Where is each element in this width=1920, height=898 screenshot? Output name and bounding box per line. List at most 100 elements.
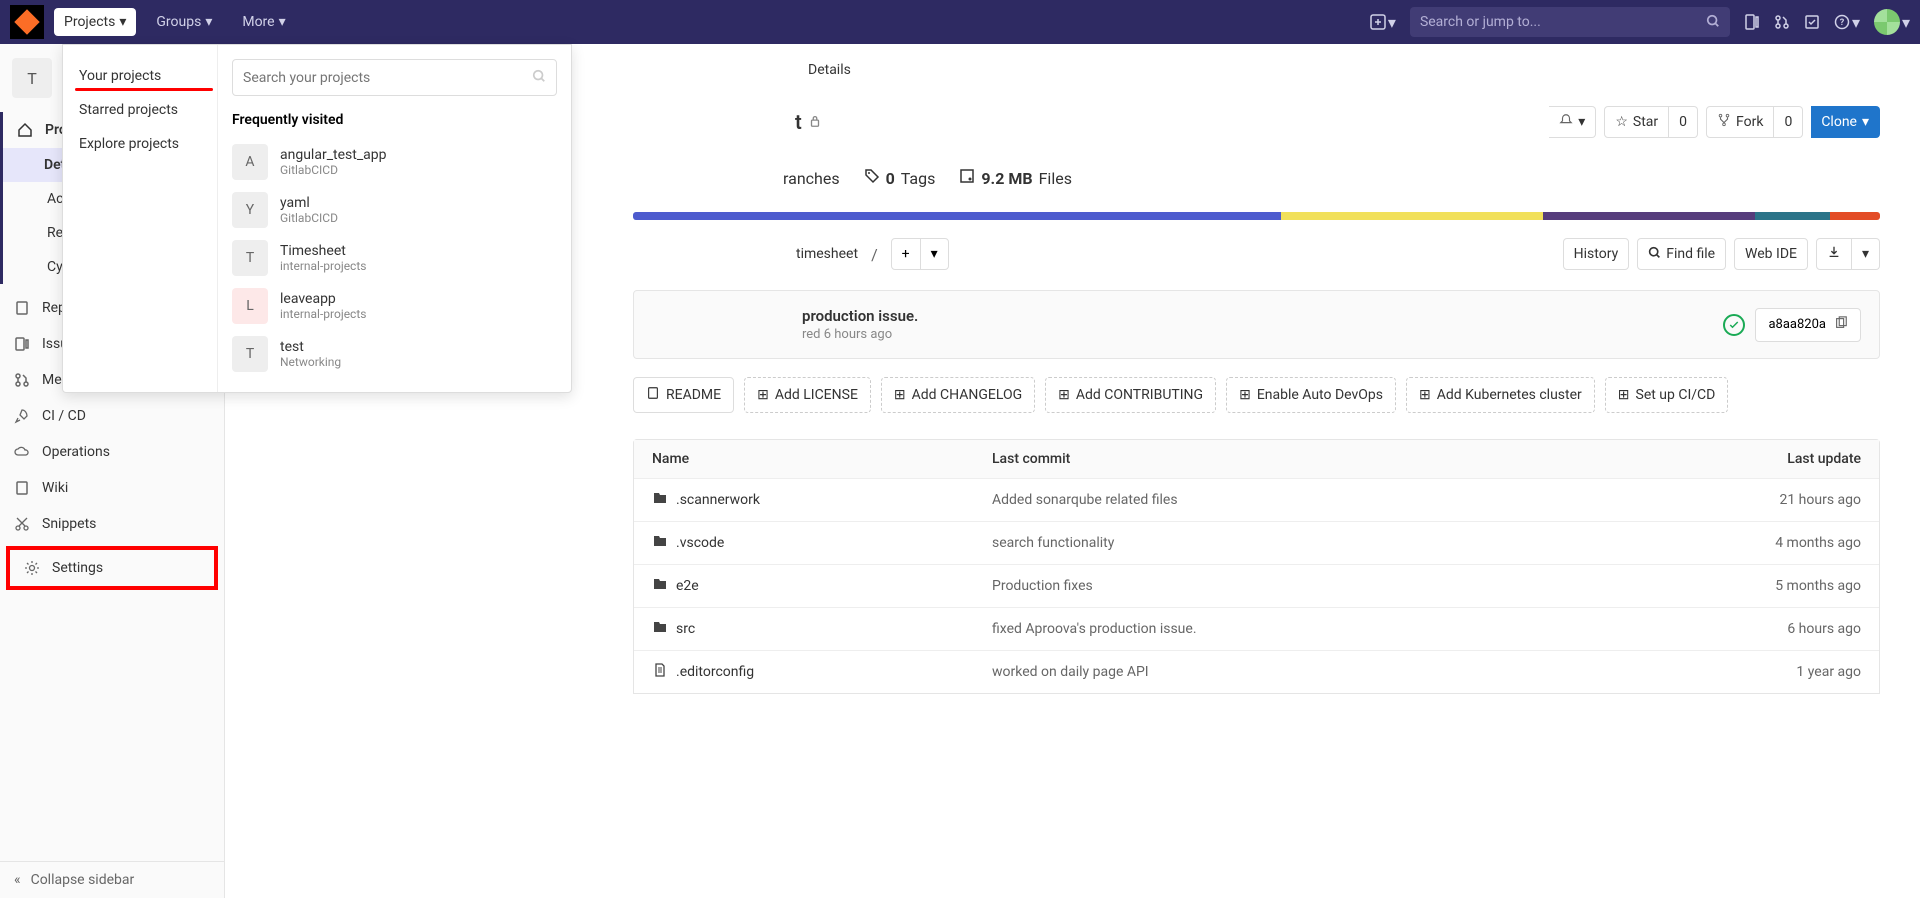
nav-more-label: More	[242, 14, 274, 30]
sidebar-operations[interactable]: Operations	[0, 434, 224, 470]
plus-icon: ⊞	[1618, 387, 1630, 403]
add-k8s-button[interactable]: ⊞Add Kubernetes cluster	[1406, 377, 1595, 413]
search-icon	[1706, 13, 1720, 32]
fork-button[interactable]: Fork	[1706, 106, 1774, 138]
commit-sha[interactable]: a8aa820a	[1755, 308, 1861, 342]
plus-icon: ⊞	[1239, 387, 1251, 403]
stat-size[interactable]: 9.2 MB Files	[959, 168, 1072, 188]
nav-groups[interactable]: Groups ▾	[146, 8, 222, 36]
nav-groups-label: Groups	[156, 14, 201, 30]
enable-autodevops-button[interactable]: ⊞Enable Auto DevOps	[1226, 377, 1396, 413]
merge-requests-icon[interactable]	[1774, 14, 1790, 30]
branch-selector[interactable]: timesheet	[796, 246, 858, 262]
file-date: 6 hours ago	[1661, 621, 1861, 637]
user-avatar[interactable]: ▾	[1874, 9, 1910, 35]
project-avatar: A	[232, 144, 268, 180]
project-avatar: T	[12, 58, 52, 98]
home-icon	[17, 122, 33, 138]
dropdown-left-nav: Your projects Starred projects Explore p…	[63, 45, 218, 392]
project-avatar: L	[232, 288, 268, 324]
search-box[interactable]	[1410, 7, 1730, 37]
add-license-button[interactable]: ⊞Add LICENSE	[744, 377, 871, 413]
setup-cicd-button[interactable]: ⊞Set up CI/CD	[1605, 377, 1729, 413]
plus-icon: ⊞	[894, 387, 906, 403]
file-name: e2e	[676, 578, 699, 594]
table-row[interactable]: .vscode search functionality 4 months ag…	[634, 521, 1879, 564]
star-button[interactable]: ☆ Star	[1604, 106, 1669, 138]
your-projects-link[interactable]: Your projects	[63, 59, 217, 93]
col-commit: Last commit	[992, 451, 1661, 467]
table-row[interactable]: .scannerwork Added sonarqube related fil…	[634, 478, 1879, 521]
disk-icon	[959, 168, 975, 188]
search-input[interactable]	[1420, 14, 1706, 30]
copy-icon[interactable]	[1834, 316, 1848, 334]
table-row[interactable]: e2e Production fixes 5 months ago	[634, 564, 1879, 607]
dropdown-project-item[interactable]: Y yamlGitlabCICD	[232, 186, 557, 234]
readme-button[interactable]: README	[633, 377, 734, 413]
download-button[interactable]	[1816, 238, 1852, 270]
last-commit-box: production issue. red 6 hours ago a8aa82…	[633, 290, 1880, 359]
language-bar	[633, 212, 1880, 220]
explore-projects-link[interactable]: Explore projects	[63, 127, 217, 161]
dropdown-project-item[interactable]: T testNetworking	[232, 330, 557, 378]
sidebar-snippets[interactable]: Snippets	[0, 506, 224, 542]
nav-more[interactable]: More ▾	[232, 8, 295, 36]
sidebar-settings[interactable]: Settings	[6, 546, 218, 590]
add-changelog-button[interactable]: ⊞Add CHANGELOG	[881, 377, 1035, 413]
issues-icon[interactable]	[1744, 14, 1760, 30]
path-separator: /	[871, 245, 878, 264]
dropdown-search-input[interactable]	[243, 70, 532, 86]
sidebar-cicd[interactable]: CI / CD	[0, 398, 224, 434]
clone-button[interactable]: Clone ▾	[1811, 106, 1880, 138]
file-icon	[652, 662, 668, 682]
dropdown-project-item[interactable]: L leaveappinternal-projects	[232, 282, 557, 330]
todos-icon[interactable]	[1804, 14, 1820, 30]
commit-meta: red 6 hours ago	[802, 327, 918, 342]
nav-projects[interactable]: Projects ▾	[54, 8, 136, 36]
chevron-down-icon: ▾	[119, 14, 126, 30]
help-icon[interactable]: ? ▾	[1834, 13, 1860, 32]
dropdown-search[interactable]	[232, 59, 557, 96]
commit-title[interactable]: production issue.	[802, 307, 918, 325]
breadcrumb-details[interactable]: Details	[808, 44, 1920, 96]
table-row[interactable]: src fixed Aproova's production issue. 6 …	[634, 607, 1879, 650]
sidebar-wiki[interactable]: Wiki	[0, 470, 224, 506]
pipeline-success-icon[interactable]	[1723, 314, 1745, 336]
collapse-sidebar[interactable]: « Collapse sidebar	[0, 861, 224, 898]
book-icon	[14, 480, 30, 496]
logo[interactable]	[10, 5, 44, 39]
gear-icon	[24, 560, 40, 576]
dropdown-project-item[interactable]: A angular_test_appGitlabCICD	[232, 138, 557, 186]
collapse-label: Collapse sidebar	[31, 872, 135, 888]
plus-dropdown[interactable]: ▾	[1370, 13, 1396, 32]
starred-projects-link[interactable]: Starred projects	[63, 93, 217, 127]
history-button[interactable]: History	[1563, 238, 1630, 270]
file-tree-table: Name Last commit Last update .scannerwor…	[633, 439, 1880, 694]
stat-tags[interactable]: 0 Tags	[864, 168, 936, 188]
project-avatar: Y	[232, 192, 268, 228]
find-file-button[interactable]: Find file	[1637, 238, 1726, 270]
svg-text:?: ?	[1840, 18, 1845, 28]
download-dropdown[interactable]: ▾	[1852, 238, 1880, 270]
folder-icon	[652, 576, 668, 596]
project-group: GitlabCICD	[280, 163, 386, 177]
dropdown-project-item[interactable]: T Timesheetinternal-projects	[232, 234, 557, 282]
star-icon: ☆	[1615, 114, 1628, 130]
cloud-icon	[14, 444, 30, 460]
doc-icon	[646, 386, 660, 404]
project-group: GitlabCICD	[280, 211, 338, 225]
add-file-dropdown[interactable]: ▾	[920, 239, 948, 269]
sha-text: a8aa820a	[1768, 317, 1826, 332]
stat-branches[interactable]: ranches	[783, 169, 840, 188]
table-row[interactable]: .editorconfig worked on daily page API 1…	[634, 650, 1879, 693]
add-contributing-button[interactable]: ⊞Add CONTRIBUTING	[1045, 377, 1216, 413]
plus-icon: ⊞	[1419, 387, 1431, 403]
project-name: Timesheet	[280, 243, 366, 259]
fork-count: 0	[1774, 106, 1803, 138]
webide-button[interactable]: Web IDE	[1734, 238, 1808, 270]
scissors-icon	[14, 516, 30, 532]
notification-dropdown[interactable]: ▾	[1549, 106, 1596, 138]
file-commit-msg: Production fixes	[992, 578, 1661, 594]
project-avatar: T	[232, 240, 268, 276]
add-file-button[interactable]: +	[892, 239, 920, 269]
